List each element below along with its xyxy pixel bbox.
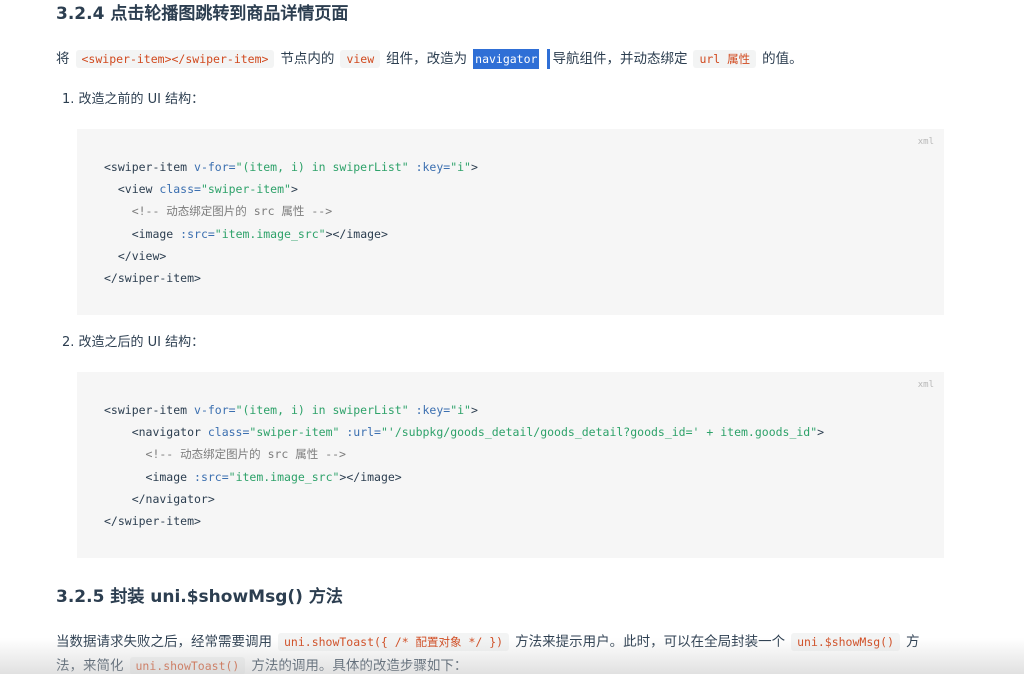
section-title-3-2-5: 3.2.5 封装 uni.$showMsg() 方法 xyxy=(56,587,343,607)
code-block-after: xml <swiper-item v-for="(item, i) in swi… xyxy=(77,372,944,558)
step-1-label: 1. 改造之前的 UI 结构： xyxy=(62,92,205,107)
code-line: </swiper-item> xyxy=(104,514,201,528)
intro-text-5: 的值。 xyxy=(762,51,803,67)
code-line: <view class="swiper-item"> xyxy=(104,182,298,196)
text-cursor xyxy=(547,49,551,69)
inline-code-showmsg: uni.$showMsg() xyxy=(791,633,901,651)
intro-text-1: 将 xyxy=(56,51,70,67)
code-lang-label: xml xyxy=(917,137,934,147)
code-line: </swiper-item> xyxy=(104,271,201,285)
code-line: <swiper-item v-for="(item, i) in swiperL… xyxy=(104,403,478,417)
intro-text-4: 导航组件，并动态绑定 xyxy=(552,51,688,67)
inline-code-showtoast-config: uni.showToast({ /* 配置对象 */ }) xyxy=(278,633,510,651)
code-line: <image :src="item.image_src"></image> xyxy=(104,470,402,484)
step-2-label: 2. 改造之后的 UI 结构： xyxy=(62,335,205,350)
inline-code-view: view xyxy=(340,50,381,68)
code-block-before: xml <swiper-item v-for="(item, i) in swi… xyxy=(77,129,944,315)
inline-code-showtoast: uni.showToast() xyxy=(129,657,246,674)
intro-text-2: 节点内的 xyxy=(280,51,335,67)
intro-text-3: 组件，改造为 xyxy=(386,51,468,67)
section2-paragraph-line-2: 法，来简化 uni.showToast() 方法的调用。具体的改造步骤如下： xyxy=(56,657,468,674)
code-line: </navigator> xyxy=(104,492,215,506)
intro-paragraph: 将 <swiper-item></swiper-item> 节点内的 view 组件，改… xyxy=(56,48,803,70)
code-lang-label: xml xyxy=(917,380,934,390)
section-title-3-2-4: 3.2.4 点击轮播图跳转到商品详情页面 xyxy=(56,4,349,24)
section2-paragraph-line-1: 当数据请求失败之后，经常需要调用 uni.showToast({ /* 配置对象 … xyxy=(56,633,920,651)
inline-code-url-attr: url 属性 xyxy=(693,50,757,68)
code-line-comment: <!-- 动态绑定图片的 src 属性 --> xyxy=(104,204,333,218)
inline-code-navigator-selected[interactable]: navigator xyxy=(473,49,540,69)
inline-code-swiper-item: <swiper-item></swiper-item> xyxy=(75,50,275,68)
code-line: <swiper-item v-for="(item, i) in swiperL… xyxy=(104,160,478,174)
code-line-comment: <!-- 动态绑定图片的 src 属性 --> xyxy=(104,447,346,461)
code-line: <navigator class="swiper-item" :url="'/s… xyxy=(104,425,825,439)
code-line: <image :src="item.image_src"></image> xyxy=(104,227,388,241)
code-line: </view> xyxy=(104,249,167,263)
